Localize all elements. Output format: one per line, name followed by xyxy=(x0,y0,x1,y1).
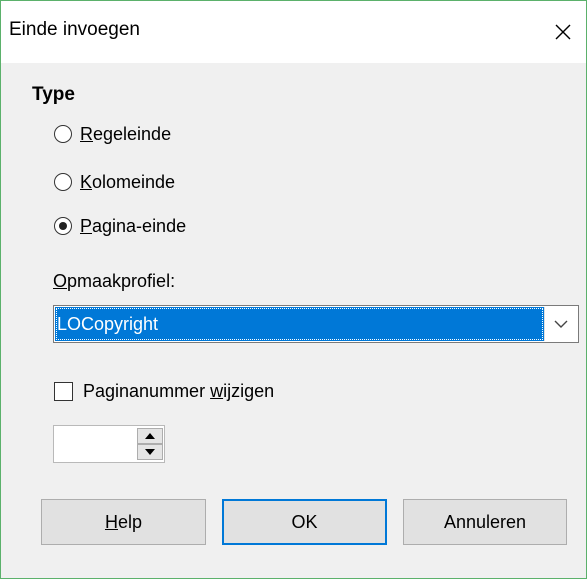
dialog-title: Einde invoegen xyxy=(9,19,140,40)
triangle-up-icon xyxy=(145,433,155,439)
triangle-down-icon xyxy=(145,449,155,455)
change-page-number-option[interactable]: Paginanummer wijzigen xyxy=(54,381,274,402)
type-section-title: Type xyxy=(32,84,75,105)
style-dropdown[interactable]: LOCopyright xyxy=(53,305,579,343)
change-page-number-checkbox[interactable] xyxy=(54,382,73,401)
radio-button[interactable] xyxy=(54,125,72,143)
ok-button[interactable]: OK xyxy=(222,499,387,545)
radio-page-break[interactable]: Pagina-einde xyxy=(54,214,186,238)
radio-label: Regeleinde xyxy=(80,123,172,144)
radio-label: Pagina-einde xyxy=(80,215,187,236)
radio-label: Kolomeinde xyxy=(80,171,176,192)
radio-line-break[interactable]: Regeleinde xyxy=(54,122,171,146)
dialog-window: Einde invoegen Type Regeleinde Kolomeind… xyxy=(0,0,587,579)
help-button[interactable]: Help xyxy=(41,499,206,545)
cancel-button[interactable]: Annuleren xyxy=(403,499,567,545)
style-label: Opmaakprofiel: xyxy=(53,271,176,291)
spin-down-button[interactable] xyxy=(137,444,163,460)
change-page-number-label: Paginanummer wijzigen xyxy=(83,381,275,401)
close-button[interactable] xyxy=(540,1,586,63)
spin-up-button[interactable] xyxy=(137,428,163,444)
radio-button[interactable] xyxy=(54,173,72,191)
dialog-content: Type Regeleinde Kolomeinde Pagina-einde … xyxy=(1,63,586,578)
title-bar: Einde invoegen xyxy=(1,1,586,63)
close-icon xyxy=(555,24,571,40)
style-dropdown-value: LOCopyright xyxy=(55,307,544,341)
dropdown-toggle[interactable] xyxy=(544,307,577,341)
radio-button-selected[interactable] xyxy=(54,217,72,235)
page-number-input[interactable] xyxy=(54,426,134,462)
chevron-down-icon xyxy=(554,320,568,328)
page-number-spinner[interactable] xyxy=(53,425,165,463)
radio-column-break[interactable]: Kolomeinde xyxy=(54,170,175,194)
